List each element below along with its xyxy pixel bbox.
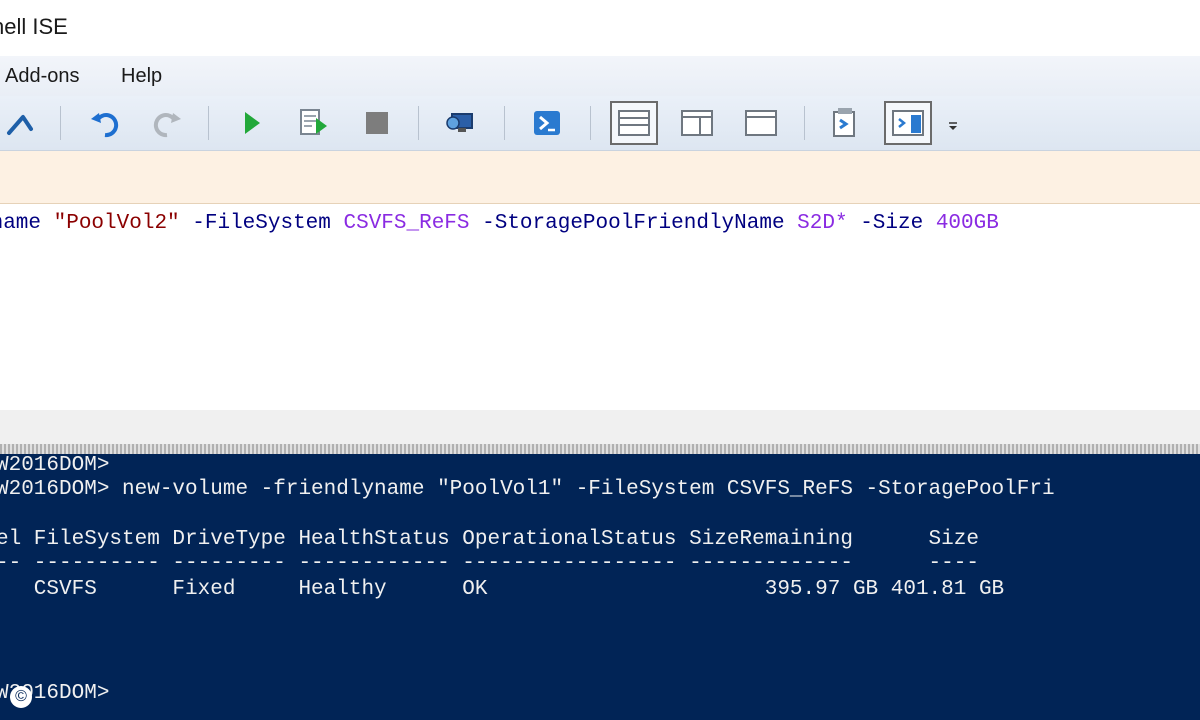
stop-icon[interactable]: [356, 102, 398, 144]
console-table-divider: -- ---------- --------- ------------ ---…: [0, 552, 979, 575]
remote-tab-icon[interactable]: [440, 102, 482, 144]
powershell-icon[interactable]: [526, 102, 568, 144]
layout-top-icon[interactable]: [610, 101, 658, 145]
menu-add-ons[interactable]: Add-ons: [5, 65, 80, 88]
run-icon[interactable]: [230, 102, 272, 144]
menu-help[interactable]: Help: [121, 65, 162, 88]
toolbar-separator: [60, 106, 61, 140]
code-value: CSVFS_ReFS: [343, 212, 470, 235]
copyright-watermark: ©: [10, 686, 32, 708]
code-parameter: -StoragePoolFriendlyName: [469, 212, 798, 235]
menu-bar: Add-ons Help: [0, 56, 1200, 96]
show-addons-icon[interactable]: [884, 101, 932, 145]
code-value: 400GB: [935, 212, 999, 235]
show-commands-icon[interactable]: [824, 102, 866, 144]
console-command-line: W2016DOM> new-volume -friendlyname "Pool…: [0, 478, 1055, 501]
undo-icon[interactable]: [84, 102, 126, 144]
window-title: hell ISE: [0, 14, 68, 39]
pane-splitter[interactable]: [0, 444, 1200, 454]
code-string: "PoolVol2": [53, 212, 180, 235]
toolbar-separator: [418, 106, 419, 140]
console-line: W2016DOM>: [0, 454, 110, 477]
toolbar-separator: [208, 106, 209, 140]
toolbar-separator: [804, 106, 805, 140]
layout-right-icon[interactable]: [676, 102, 718, 144]
notification-bar: [0, 151, 1200, 204]
console-table-row: CSVFS Fixed Healthy OK 395.97 GB 401.81 …: [0, 578, 1005, 601]
wrench-icon[interactable]: [0, 102, 42, 144]
run-selection-icon[interactable]: [292, 102, 334, 144]
console-pane[interactable]: W2016DOM> W2016DOM> new-volume -friendly…: [0, 454, 1200, 720]
toolbar-separator: [504, 106, 505, 140]
console-table-header: el FileSystem DriveType HealthStatus Ope…: [0, 528, 979, 551]
toolbar: [0, 96, 1200, 151]
title-bar: hell ISE: [0, 0, 1200, 56]
code-parameter: -FileSystem: [179, 212, 344, 235]
code-value: S2D*: [797, 212, 848, 235]
code-parameter: -Size: [847, 212, 936, 235]
more-icon[interactable]: [940, 102, 966, 144]
redo-icon[interactable]: [146, 102, 188, 144]
code-fragment: yname: [0, 212, 42, 235]
layout-maximized-icon[interactable]: [740, 102, 782, 144]
toolbar-separator: [590, 106, 591, 140]
editor-horizontal-scrollbar[interactable]: [0, 410, 1200, 444]
script-editor[interactable]: yname "PoolVol2" -FileSystem CSVFS_ReFS …: [0, 204, 1200, 410]
script-line: yname "PoolVol2" -FileSystem CSVFS_ReFS …: [0, 212, 999, 235]
